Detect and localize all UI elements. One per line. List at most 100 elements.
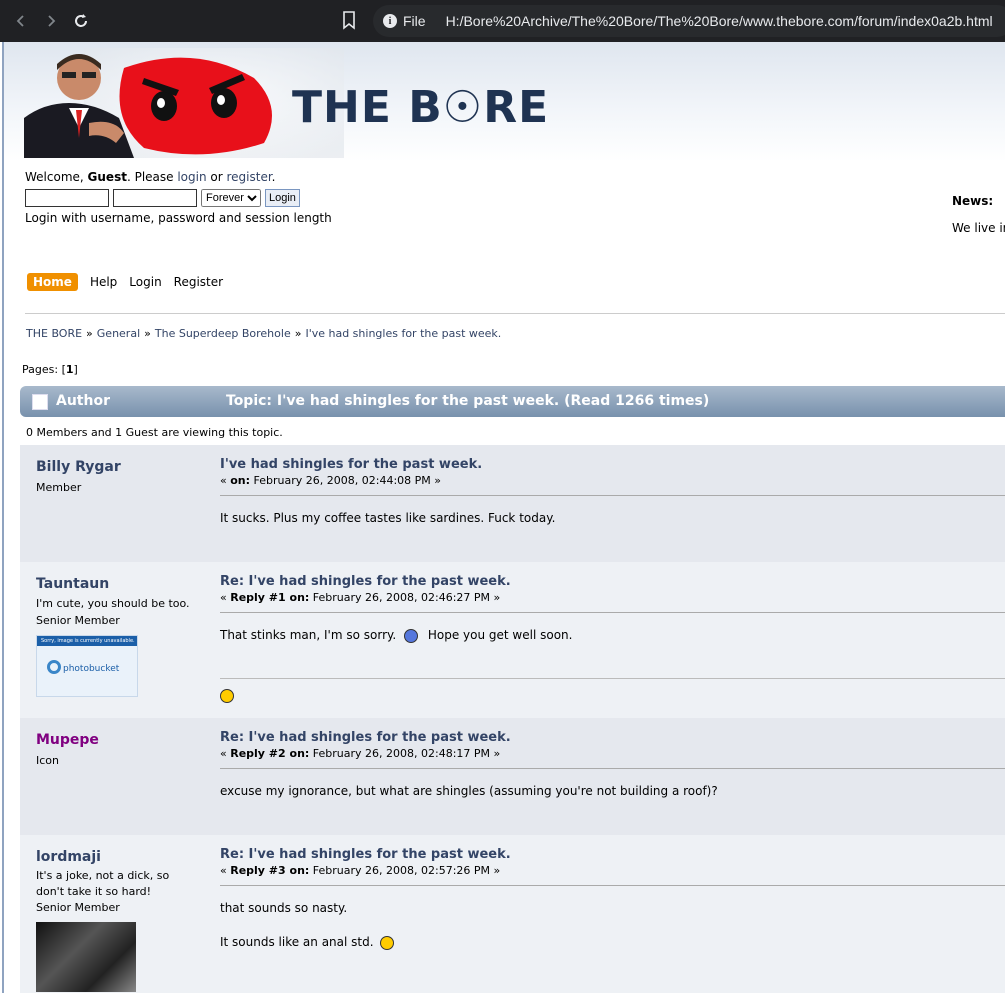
post-date: February 26, 2008, 02:44:08 PM » [250, 474, 441, 487]
poster-name[interactable]: Billy Rygar [36, 459, 206, 475]
post: Mupepe Icon Re: I've had shingles for th… [20, 718, 1005, 835]
post-separator [220, 885, 1005, 886]
welcome-prefix: Welcome, [25, 170, 88, 184]
session-length-select[interactable]: Forever [201, 189, 261, 207]
password-input[interactable] [113, 189, 197, 207]
post-separator [220, 768, 1005, 769]
current-page[interactable]: 1 [66, 363, 74, 376]
avatar-bar-text: Sorry, image is currently unavailable. [37, 636, 137, 646]
menu-help[interactable]: Help [90, 275, 117, 289]
photobucket-brand: photobucket [63, 664, 120, 674]
menu-register[interactable]: Register [174, 275, 223, 289]
topic-title: Topic: I've had shingles for the past we… [226, 393, 710, 409]
info-icon: i [383, 14, 397, 28]
post-text-part: Hope you get well soon. [427, 628, 573, 642]
viewing-info: 0 Members and 1 Guest are viewing this t… [26, 426, 283, 439]
username-input[interactable] [25, 189, 109, 207]
post: Billy Rygar Member I've had shingles for… [20, 445, 1005, 562]
meta-label: Reply #2 on: [230, 747, 310, 760]
poster-title: It's a joke, not a dick, so don't take i… [36, 868, 206, 916]
post: lordmaji It's a joke, not a dick, so don… [20, 835, 1005, 993]
smiley-icon [220, 689, 234, 703]
post-separator [220, 495, 1005, 496]
breadcrumb-sep: » [144, 327, 151, 340]
breadcrumb: THE BORE» General» The Superdeep Borehole»… [26, 327, 501, 340]
reload-icon[interactable] [68, 8, 94, 34]
breadcrumb-sep: » [294, 327, 302, 340]
welcome-or: or [206, 170, 227, 184]
address-bar[interactable]: i File H:/Bore%20Archive/The%20Bore/The%… [373, 5, 1005, 37]
login-link[interactable]: login [177, 170, 206, 184]
url-text: H:/Bore%20Archive/The%20Bore/The%20Bore/… [445, 13, 993, 29]
pages-label: Pages: [ [22, 363, 66, 376]
meta-prefix: « [220, 747, 231, 760]
avatar [36, 922, 136, 992]
meta-prefix: « [220, 474, 231, 487]
meta-label: Reply #1 on: [230, 591, 310, 604]
breadcrumb-general[interactable]: General [97, 327, 140, 340]
main-menu: Home Help Login Register [27, 273, 235, 291]
login-help-text: Login with username, password and sessio… [25, 211, 332, 225]
post-body: I've had shingles for the past week. « o… [220, 457, 1005, 527]
welcome-suffix: . [271, 170, 276, 184]
post-subject[interactable]: Re: I've had shingles for the past week. [220, 574, 1005, 589]
poster-custom-title: I'm cute, you should be too. [36, 597, 190, 610]
poster-info: Mupepe Icon [36, 732, 206, 769]
post-meta: « on: February 26, 2008, 02:44:08 PM » [220, 474, 1005, 487]
post-meta: « Reply #3 on: February 26, 2008, 02:57:… [220, 864, 1005, 877]
poster-name[interactable]: lordmaji [36, 849, 206, 865]
post-text: That stinks man, I'm so sorry. Hope you … [220, 626, 1005, 644]
menu-login[interactable]: Login [129, 275, 161, 289]
post-subject[interactable]: I've had shingles for the past week. [220, 457, 1005, 472]
news-title: News: [952, 194, 994, 208]
post-subject[interactable]: Re: I've had shingles for the past week. [220, 847, 1005, 862]
post-text-part: That stinks man, I'm so sorry. [220, 628, 397, 642]
post-text: excuse my ignorance, but what are shingl… [220, 784, 718, 798]
file-label: File [403, 13, 426, 29]
poster-info: Billy Rygar Member [36, 459, 206, 496]
welcome-mid: . Please [126, 170, 178, 184]
menu-divider [25, 313, 1005, 314]
post-separator [220, 612, 1005, 613]
register-link[interactable]: register [226, 170, 271, 184]
poster-rank: Icon [36, 754, 59, 767]
meta-prefix: « [220, 864, 231, 877]
poster-rank: Senior Member [36, 901, 120, 914]
post-text-part: It sounds like an anal std. [220, 935, 374, 949]
login-button[interactable]: Login [265, 189, 300, 207]
post-meta: « Reply #1 on: February 26, 2008, 02:46:… [220, 591, 1005, 604]
post-body: Re: I've had shingles for the past week.… [220, 574, 1005, 644]
forum-page: THE B☉RE Welcome, Guest. Please login or… [0, 42, 1005, 993]
post-text: It sucks. Plus my coffee tastes like sar… [220, 511, 556, 525]
site-logo-text: THE B☉RE [292, 82, 550, 133]
pagination: Pages: [1] [22, 363, 78, 376]
post-body: Re: I've had shingles for the past week.… [220, 730, 1005, 800]
back-icon[interactable] [8, 8, 34, 34]
menu-home[interactable]: Home [27, 273, 78, 291]
breadcrumb-sep: » [86, 327, 93, 340]
site-info-chip[interactable]: i File [383, 13, 426, 29]
forum-header: THE B☉RE [4, 42, 1005, 162]
breadcrumb-home[interactable]: THE BORE [26, 327, 82, 340]
meta-prefix: « [220, 591, 231, 604]
sad-smiley-icon [404, 628, 419, 643]
poster-title: I'm cute, you should be too. Senior Memb… [36, 595, 206, 629]
post-date: February 26, 2008, 02:46:27 PM » [309, 591, 501, 604]
forward-icon[interactable] [38, 8, 64, 34]
bookmark-icon[interactable] [341, 10, 357, 33]
topic-header-bar: Author Topic: I've had shingles for the … [20, 386, 1005, 417]
post-subject[interactable]: Re: I've had shingles for the past week. [220, 730, 1005, 745]
post-body: Re: I've had shingles for the past week.… [220, 847, 1005, 951]
poster-rank: Member [36, 481, 82, 494]
author-column-header: Author [56, 393, 110, 409]
post-date: February 26, 2008, 02:57:26 PM » [309, 864, 501, 877]
poster-name[interactable]: Tauntaun [36, 576, 206, 592]
post-text: that sounds so nasty. [220, 901, 348, 915]
breadcrumb-topic[interactable]: I've had shingles for the past week. [305, 327, 501, 340]
topic-icon [32, 394, 48, 410]
post-date: February 26, 2008, 02:48:17 PM » [309, 747, 501, 760]
poster-name[interactable]: Mupepe [36, 732, 206, 748]
poster-custom-title: It's a joke, not a dick, so don't take i… [36, 869, 170, 898]
breadcrumb-board[interactable]: The Superdeep Borehole [155, 327, 291, 340]
poster-rank: Senior Member [36, 614, 120, 627]
